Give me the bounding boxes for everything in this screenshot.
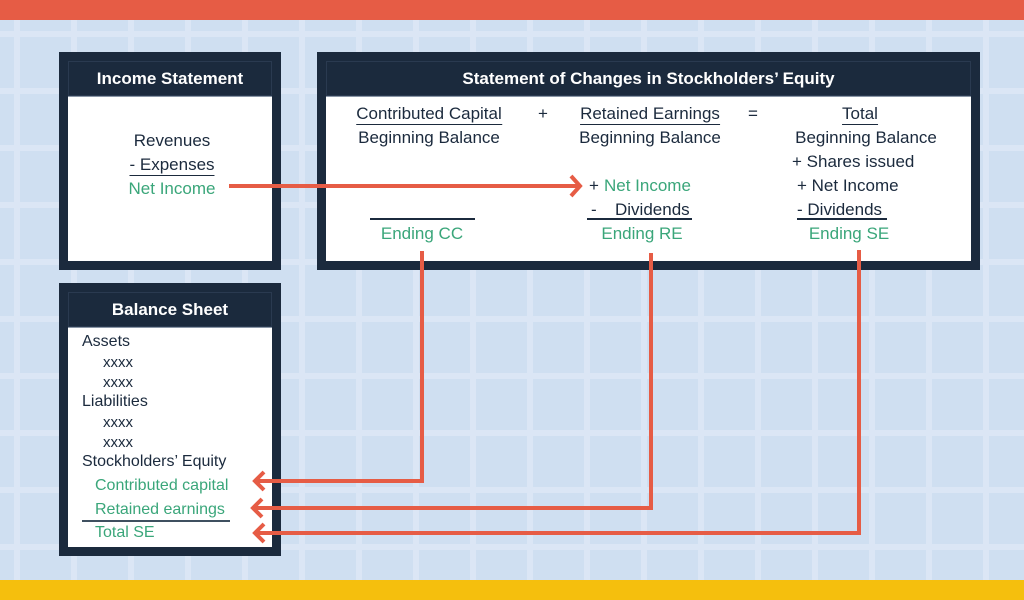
income-statement-panel: Income Statement Revenues - Expenses Net… bbox=[59, 52, 281, 270]
re-dividends: Dividends bbox=[615, 200, 690, 219]
contributed-capital-heading: Contributed Capital bbox=[356, 104, 502, 125]
retained-earnings-heading: Retained Earnings bbox=[580, 104, 720, 125]
total-net-income: + Net Income bbox=[797, 176, 899, 195]
ending-cc: Ending CC bbox=[380, 224, 464, 243]
net-income-label: Net Income bbox=[128, 179, 216, 198]
ending-re-flow-arrow bbox=[250, 253, 653, 519]
liability-item: xxxx bbox=[103, 414, 133, 431]
equals-operator: = bbox=[748, 104, 758, 123]
ending-re: Ending RE bbox=[601, 224, 683, 243]
re-minus-sign: - bbox=[591, 200, 597, 219]
plus-operator: + bbox=[538, 104, 548, 123]
total-shares-issued: + Shares issued bbox=[792, 152, 915, 171]
ending-se-flow-arrow bbox=[252, 250, 861, 544]
balance-sheet-title: Balance Sheet bbox=[68, 292, 272, 327]
re-net-income: Net Income bbox=[604, 176, 691, 195]
cc-beginning-balance: Beginning Balance bbox=[358, 128, 500, 147]
stockholders-equity-label: Stockholders’ Equity bbox=[82, 453, 227, 470]
re-beginning-balance: Beginning Balance bbox=[579, 128, 721, 147]
total-beginning-balance: Beginning Balance bbox=[795, 128, 937, 147]
income-statement-title: Income Statement bbox=[68, 61, 272, 96]
revenues-label: Revenues bbox=[133, 131, 211, 150]
top-accent-bar bbox=[0, 0, 1024, 20]
bs-contributed-capital: Contributed capital bbox=[95, 477, 229, 494]
re-total-rule bbox=[587, 218, 692, 220]
liabilities-label: Liabilities bbox=[82, 393, 148, 410]
assets-label: Assets bbox=[82, 333, 131, 350]
total-heading: Total bbox=[842, 104, 878, 125]
bs-total-rule bbox=[82, 520, 230, 522]
ending-se: Ending SE bbox=[808, 224, 890, 243]
bs-retained-earnings: Retained earnings bbox=[95, 501, 225, 518]
total-rule bbox=[797, 218, 887, 220]
bs-total-se: Total SE bbox=[95, 524, 155, 541]
re-plus-sign: + bbox=[589, 176, 599, 195]
total-dividends: - Dividends bbox=[797, 200, 883, 219]
asset-item: xxxx bbox=[103, 354, 133, 371]
balance-sheet-panel: Balance Sheet Assets xxxx xxxx Liabiliti… bbox=[59, 283, 281, 556]
changes-in-equity-body: Contributed Capital Beginning Balance En… bbox=[326, 96, 971, 261]
bottom-accent-bar bbox=[0, 580, 1024, 600]
asset-item: xxxx bbox=[103, 374, 133, 391]
income-statement-body: Revenues - Expenses Net Income bbox=[68, 96, 272, 261]
changes-in-equity-panel: Statement of Changes in Stockholders’ Eq… bbox=[317, 52, 980, 270]
liability-item: xxxx bbox=[103, 434, 133, 451]
changes-in-equity-title: Statement of Changes in Stockholders’ Eq… bbox=[326, 61, 971, 96]
cc-total-rule bbox=[370, 218, 475, 220]
balance-sheet-body: Assets xxxx xxxx Liabilities xxxx xxxx S… bbox=[68, 327, 272, 547]
expenses-label: - Expenses bbox=[129, 155, 215, 176]
